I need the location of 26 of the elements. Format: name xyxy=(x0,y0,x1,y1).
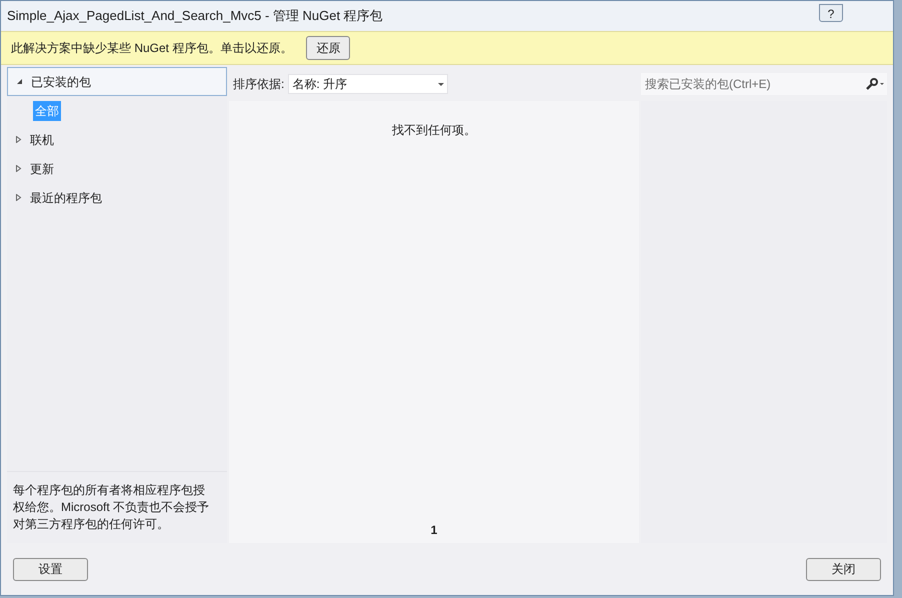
empty-message: 找不到任何项。 xyxy=(392,122,476,139)
license-note: 每个程序包的所有者将相应程序包授权给您。Microsoft 不负责也不会授予对第三方程序包的任何许可。 xyxy=(7,471,227,543)
collapsed-triangle-icon[interactable] xyxy=(15,165,22,172)
expanded-triangle-icon[interactable] xyxy=(16,78,23,85)
restore-button[interactable]: 还原 xyxy=(306,36,350,60)
sort-label: 排序依据: xyxy=(233,76,284,93)
tree-item[interactable]: 联机 xyxy=(7,125,227,154)
help-button[interactable]: ? xyxy=(819,4,843,22)
settings-button[interactable]: 设置 xyxy=(13,558,88,580)
window-title: Simple_Ajax_PagedList_And_Search_Mvc5 - 管理 NuGet 程序包 xyxy=(7,7,383,26)
tree-item-label: 更新 xyxy=(30,160,54,178)
tree-item-label: 最近的程序包 xyxy=(30,190,102,206)
tree-item-label: 联机 xyxy=(30,132,54,148)
notice-text: 此解决方案中缺少某些 NuGet 程序包。单击以还原。 xyxy=(11,40,292,57)
tree-item[interactable]: 最近的程序包 xyxy=(7,183,227,212)
search-icon[interactable] xyxy=(865,73,887,95)
caret-icon xyxy=(438,82,444,86)
page-number[interactable]: 1 xyxy=(430,521,438,539)
tree-item-label: 已安装的包 xyxy=(31,74,91,90)
collapsed-triangle-icon[interactable] xyxy=(15,136,22,143)
sort-dropdown[interactable]: 名称: 升序 xyxy=(288,74,448,94)
close-button[interactable]: 关闭 xyxy=(806,558,881,580)
search-field[interactable]: 搜索已安装的包(Ctrl+E) xyxy=(641,73,865,95)
collapsed-triangle-icon[interactable] xyxy=(15,194,22,201)
tree-item[interactable]: 更新 xyxy=(7,154,227,183)
tree-item[interactable]: 已安装的包 xyxy=(7,67,227,96)
